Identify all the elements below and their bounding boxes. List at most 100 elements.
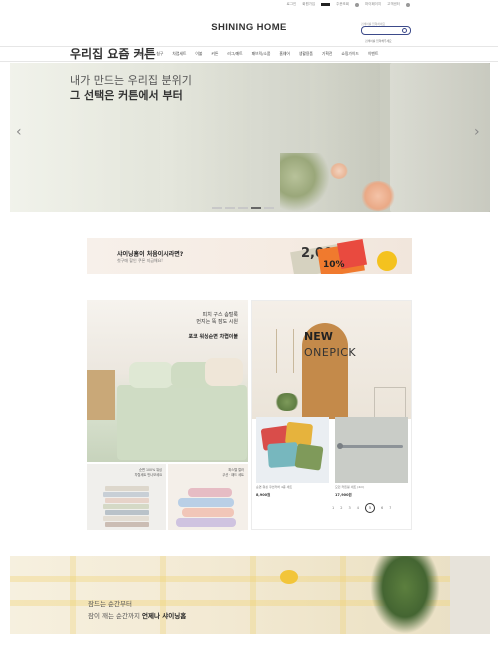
wall-image [450, 556, 490, 634]
product-banner-comforter[interactable]: 피치 구스 솜털룩 먼지는 뚝 잠도 시원 포코 워싱순면 차렵이불 [87, 300, 248, 462]
chair-image [374, 387, 406, 420]
block3-line2: 쿠션 · 패드 세트 [222, 473, 244, 477]
fabric-stack [105, 498, 149, 503]
plant-image [370, 556, 440, 634]
onepick-pagination: 1 2 3 4 5 6 7 [332, 503, 391, 513]
cushion-green [294, 443, 324, 471]
curtain-rod-image [339, 445, 403, 448]
check-pattern [70, 556, 76, 634]
page-4[interactable]: 4 [357, 506, 359, 510]
item2-caption[interactable]: 모던 커튼봉 세트 (2m) [335, 485, 408, 489]
first-purchase-banner[interactable]: 샤이닝홈이 처음이시라면? 첫구매 할인 쿠폰 지급해요! 2,000 10% [87, 238, 412, 274]
fabric-stack [105, 522, 149, 527]
search-box[interactable] [361, 26, 411, 44]
flower-image [360, 181, 396, 211]
nav-item-guide[interactable]: 쇼핑가이드 [341, 51, 358, 57]
check-pattern [340, 556, 346, 634]
search-area: 검색어를 입력하세요 [361, 22, 413, 44]
site-logo[interactable]: SHINING HOME [0, 22, 498, 33]
nav-item-comforter[interactable]: 이불 [195, 51, 202, 57]
util-join[interactable]: 회원가입 [302, 2, 315, 7]
page-6[interactable]: 6 [381, 506, 383, 510]
cushion-stack [178, 498, 234, 507]
cart-icon[interactable] [355, 2, 359, 7]
hero-dot[interactable] [238, 207, 248, 209]
macrame-image [276, 329, 294, 373]
onepick-new-label: NEW [304, 330, 333, 343]
new-badge-icon [321, 3, 331, 6]
promo-title: 샤이닝홈이 처음이시라면? [117, 251, 184, 258]
hero-dot[interactable] [212, 207, 222, 209]
hero-tagline: 그 선택은 커튼에서 부터 [70, 89, 183, 102]
block2-text: 순면 100% 워싱 차렵세트 만나보세요 [135, 468, 162, 478]
plant-image [280, 153, 330, 212]
product-banner-towel-set[interactable]: 순면 100% 워싱 차렵세트 만나보세요 [87, 464, 166, 530]
sticker-icon [377, 251, 397, 271]
onepick-label: ONEPICK [304, 346, 357, 359]
page-1[interactable]: 1 [332, 506, 334, 510]
fabric-stack [103, 516, 149, 521]
fabric-stack [103, 504, 149, 509]
nav-item-curtain[interactable]: 커튼 [211, 51, 218, 57]
page-current[interactable]: 5 [364, 503, 375, 513]
onepick-product-rod[interactable] [335, 417, 408, 483]
block2-line2: 차렵세트 만나보세요 [134, 473, 162, 477]
hero-heading: 우리집 요즘 커튼 [70, 47, 156, 61]
search-input[interactable] [362, 38, 403, 44]
bottom-brand: 언제나 샤이닝홈 [142, 612, 187, 620]
nightstand-image [87, 370, 115, 420]
page-3[interactable]: 3 [348, 506, 350, 510]
bed-image [117, 385, 247, 460]
hero-subheading: 내가 만드는 우리집 분위기 [70, 74, 192, 87]
hero-prev-arrow-icon[interactable]: ‹ [16, 124, 22, 140]
hero-pagination [212, 207, 274, 209]
hero-dot-active[interactable] [251, 207, 261, 209]
rod-end-image [337, 443, 343, 449]
bottom-line2a: 잠이 깨는 순간까지 [88, 612, 143, 620]
nav-item-homewear[interactable]: 홈웨어 [279, 51, 289, 57]
nav-item-fabric[interactable]: 패브릭/소품 [252, 51, 271, 57]
product-banner-cushion-set[interactable]: 파스텔 컬러 쿠션 · 패드 세트 [168, 464, 248, 530]
util-mypage[interactable]: 마이페이지 [365, 2, 381, 7]
block1-text: 피치 구스 솜털룩 먼지는 뚝 잠도 시원 [196, 312, 238, 326]
nav-item-exhibit[interactable]: 기획전 [322, 51, 332, 57]
fabric-stack [103, 492, 149, 497]
hero-dot[interactable] [264, 207, 274, 209]
block1-line2: 먼지는 뚝 잠도 시원 [196, 319, 238, 325]
utility-bar: 로그인 회원가입 주문조회 마이페이지 고객센터 [287, 0, 410, 9]
nav-item-event[interactable]: 이벤트 [368, 51, 378, 57]
hero-next-arrow-icon[interactable]: › [474, 124, 480, 140]
bottom-banner[interactable] [10, 556, 490, 634]
pillow-image [205, 358, 243, 386]
coupon-percent: 10% [323, 260, 345, 270]
page-2[interactable]: 2 [340, 506, 342, 510]
flower-image [330, 163, 348, 179]
nav-item-set[interactable]: 차렵세트 [172, 51, 186, 57]
onepick-product-cushion[interactable] [256, 417, 329, 483]
block3-text: 파스텔 컬러 쿠션 · 패드 세트 [222, 468, 244, 478]
item1-price: 8,900원 [256, 493, 271, 497]
cushion-stack [182, 508, 234, 517]
fabric-stack [105, 486, 149, 491]
plant-image [274, 393, 300, 411]
item2-price: 17,900원 [335, 493, 352, 497]
nav-item-bedding[interactable]: 침구 [156, 51, 163, 57]
bag-icon[interactable] [406, 2, 410, 7]
item1-caption[interactable]: 순면 워싱 쿠션커버 4종 세트 [256, 485, 329, 489]
util-service[interactable]: 고객센터 [387, 2, 400, 7]
check-pattern [250, 556, 256, 634]
lemon-image [280, 570, 298, 584]
block1-product-name: 포코 워싱순면 차렵이불 [188, 334, 238, 340]
nav-item-living[interactable]: 생활용품 [299, 51, 313, 57]
cushion-stack [188, 488, 232, 497]
util-login[interactable]: 로그인 [287, 2, 297, 7]
page-7[interactable]: 7 [389, 506, 391, 510]
hero-dot[interactable] [225, 207, 235, 209]
bottom-line1: 잠드는 순간부터 [88, 600, 132, 608]
search-icon[interactable] [402, 28, 407, 33]
util-order[interactable]: 주문조회 [336, 2, 349, 7]
bottom-line2: 잠이 깨는 순간까지 언제나 샤이닝홈 [88, 610, 186, 620]
check-pattern [160, 556, 166, 634]
nav-item-rug[interactable]: 러그/매트 [227, 51, 242, 57]
promo-subtitle: 첫구매 할인 쿠폰 지급해요! [117, 258, 163, 263]
